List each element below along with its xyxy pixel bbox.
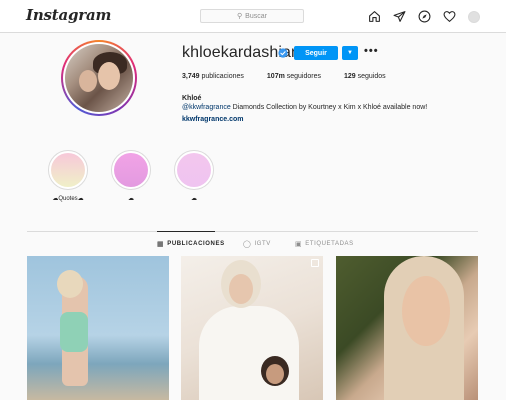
highlight-cover — [48, 150, 88, 190]
igtv-icon: ◯ — [243, 241, 252, 248]
highlight-cover — [111, 150, 151, 190]
top-navigation-bar: Instagram ⚲ Buscar — [0, 0, 506, 33]
tab-tagged-label: ETIQUETADAS — [305, 241, 354, 247]
post-thumbnail[interactable] — [336, 256, 478, 400]
instagram-logo[interactable]: Instagram — [26, 6, 111, 24]
tab-igtv[interactable]: ◯ IGTV — [243, 240, 295, 248]
post-thumbnail[interactable] — [27, 256, 169, 400]
bio-text: Diamonds Collection by Kourtney x Kim x … — [230, 104, 428, 111]
search-placeholder: Buscar — [245, 12, 267, 20]
direct-icon[interactable] — [393, 10, 406, 23]
activity-heart-icon[interactable] — [443, 10, 456, 23]
tabs-divider — [27, 231, 478, 232]
profile-bio: @kkwfragrance Diamonds Collection by Kou… — [182, 104, 427, 111]
followers-count: 107m — [266, 73, 285, 80]
bio-website-link[interactable]: kkwfragrance.com — [182, 116, 243, 123]
carousel-icon — [311, 259, 319, 267]
more-options-icon[interactable]: ••• — [364, 45, 379, 57]
chevron-down-icon: ▼ — [347, 50, 353, 56]
story-highlight[interactable]: ☁Quotes☁ — [45, 150, 91, 202]
search-input[interactable]: ⚲ Buscar — [200, 9, 304, 23]
follow-button[interactable]: Seguir — [294, 46, 338, 60]
profile-full-name: Khloé — [182, 95, 202, 102]
followers-label: seguidores — [284, 73, 322, 80]
followers-stat[interactable]: 107m seguidores — [267, 73, 321, 80]
suggested-dropdown-button[interactable]: ▼ — [342, 46, 358, 60]
posts-label: publicaciones — [199, 73, 244, 80]
bio-mention-link[interactable]: @kkwfragrance — [182, 104, 231, 111]
story-highlight[interactable]: ☁ — [108, 150, 154, 202]
active-tab-indicator — [157, 231, 215, 232]
highlight-label: ☁ — [128, 196, 134, 202]
posts-count-stat: 3,749 publicaciones — [182, 73, 244, 80]
home-icon[interactable] — [368, 10, 381, 23]
tagged-icon: ▣ — [295, 241, 303, 248]
following-count: 129 — [344, 73, 356, 80]
profile-tabs: ▦ PUBLICACIONES ◯ IGTV ▣ ETIQUETADAS — [157, 240, 354, 248]
profile-photo — [65, 44, 133, 112]
verified-badge-icon — [278, 48, 288, 58]
story-highlight[interactable]: ☁ — [171, 150, 217, 202]
grid-icon: ▦ — [157, 241, 165, 248]
posts-count: 3,749 — [182, 73, 200, 80]
highlight-cover — [174, 150, 214, 190]
following-stat[interactable]: 129 seguidos — [344, 73, 386, 80]
explore-icon[interactable] — [418, 10, 431, 23]
search-icon: ⚲ — [237, 13, 243, 20]
tab-posts-label: PUBLICACIONES — [167, 241, 225, 247]
profile-avatar-icon[interactable] — [468, 10, 480, 23]
tab-igtv-label: IGTV — [254, 241, 271, 247]
post-thumbnail[interactable] — [181, 256, 323, 400]
profile-stats: 3,749 publicaciones 107m seguidores 129 … — [182, 73, 409, 80]
highlight-label: ☁ — [191, 196, 197, 202]
tab-posts[interactable]: ▦ PUBLICACIONES — [157, 240, 243, 248]
highlight-label: ☁Quotes☁ — [52, 196, 84, 202]
tab-tagged[interactable]: ▣ ETIQUETADAS — [295, 240, 354, 248]
profile-picture[interactable] — [61, 40, 137, 116]
following-label: seguidos — [355, 73, 386, 80]
nav-icons — [368, 10, 480, 23]
